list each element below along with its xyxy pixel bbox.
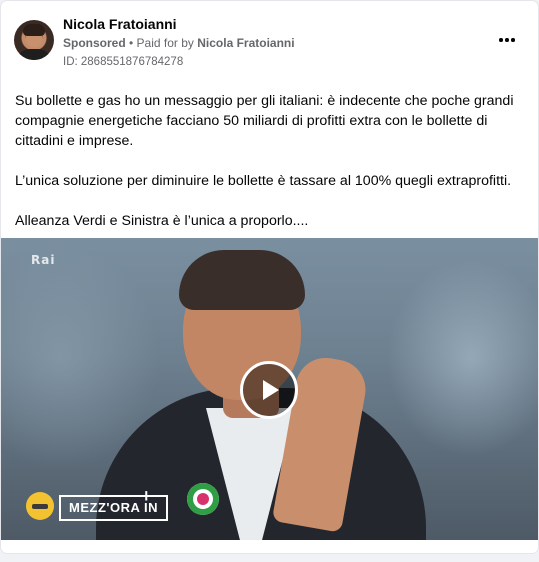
video-player[interactable]: Rai MEZZ'ORA IN +: [1, 238, 538, 540]
post-meta: Sponsored • Paid for by Nicola Fratoiann…: [63, 36, 295, 50]
post-body: Su bollette e gas ho un messaggio per gl…: [15, 91, 525, 251]
show-badge-icon: [26, 492, 54, 520]
show-plus: +: [141, 486, 152, 506]
ad-id: ID: 2868551876784278: [63, 56, 184, 68]
paid-for-by-name[interactable]: Nicola Fratoianni: [197, 36, 294, 50]
video-person-hair: [179, 250, 305, 310]
post-paragraph: Alleanza Verdi e Sinistra è l’unica a pr…: [15, 213, 309, 229]
author-name[interactable]: Nicola Fratoianni: [63, 16, 177, 32]
post-paragraph: L’unica soluzione per diminuire le bolle…: [15, 173, 512, 189]
channel-logo-icon: Rai: [31, 253, 56, 267]
paid-for-prefix: Paid for by: [136, 36, 198, 50]
show-title: MEZZ'ORA IN: [59, 495, 168, 521]
post-paragraph: Su bollette e gas ho un messaggio per gl…: [15, 93, 514, 149]
sponsored-post-card: Nicola Fratoianni Sponsored • Paid for b…: [1, 1, 538, 553]
sponsored-label: Sponsored: [63, 36, 126, 50]
lapel-pin-icon: [187, 483, 219, 515]
meta-separator: •: [125, 36, 137, 50]
more-options-icon[interactable]: [495, 31, 519, 49]
author-avatar[interactable]: [14, 20, 54, 60]
play-icon[interactable]: [240, 361, 298, 419]
